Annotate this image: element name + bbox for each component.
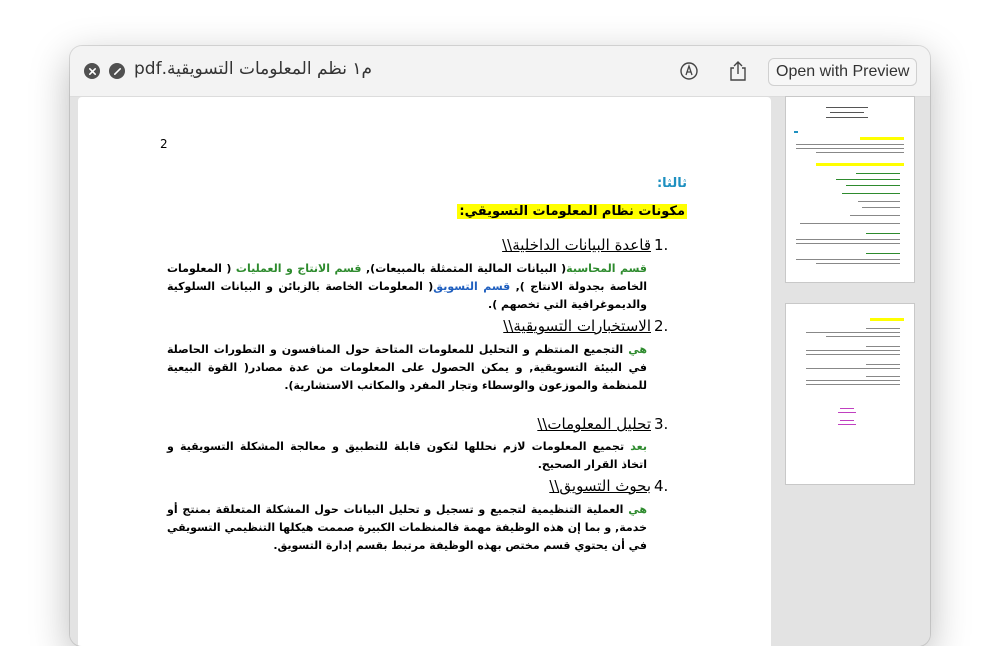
paragraph-span: تجميع المعلومات لازم نحللها لتكون قابلة … xyxy=(167,440,647,471)
section-heading: مكونات نظام المعلومات التسويقي: xyxy=(457,204,687,219)
content-area: 2 ثالثا: مكونات نظام المعلومات التسويقي:… xyxy=(70,97,930,646)
section-title: بحوث التسويق\\ xyxy=(549,477,651,495)
paragraph-span: التجميع المنتظم و التحليل للمعلومات المت… xyxy=(167,343,647,392)
section-number: 4. xyxy=(654,477,669,495)
share-icon[interactable] xyxy=(727,60,749,82)
page-thumbnail-2[interactable] xyxy=(786,304,914,484)
section-paragraph: قسم المحاسبة( البيانات المالية المتمثلة … xyxy=(167,260,647,314)
section-title: قاعدة البيانات الداخلية\\ xyxy=(502,236,651,254)
paragraph-span: قسم الانتاج و العمليات xyxy=(235,262,362,275)
paragraph-span: بعد xyxy=(630,440,647,453)
paragraph-span: هي xyxy=(628,343,647,356)
section-number: 3. xyxy=(654,415,669,433)
paragraph-span: هي xyxy=(628,503,647,516)
open-with-preview-button[interactable]: Open with Preview xyxy=(768,58,918,86)
thumbnail-sidebar xyxy=(778,97,930,646)
paragraph-span: ( البيانات المالية المتمثلة بالمبيعات), xyxy=(361,262,567,275)
window-title: م١ نظم المعلومات التسويقية.pdf xyxy=(134,59,373,79)
section-title: تحليل المعلومات\\ xyxy=(537,415,651,433)
section-paragraph: بعد تجميع المعلومات لازم نحللها لتكون قا… xyxy=(167,438,647,474)
paragraph-span: قسم التسويق xyxy=(433,280,511,293)
section-number: 2. xyxy=(654,317,669,335)
close-icon[interactable] xyxy=(84,63,100,79)
title-bar: م١ نظم المعلومات التسويقية.pdf Open with… xyxy=(70,46,930,97)
section-title: الاستخبارات التسويقية\\ xyxy=(503,317,651,335)
section-paragraph: هي العملية التنظيمية لتجميع و تسجيل و تح… xyxy=(167,501,647,555)
third-label: ثالثا: xyxy=(656,176,687,191)
quicklook-window: م١ نظم المعلومات التسويقية.pdf Open with… xyxy=(70,46,930,646)
markup-icon[interactable] xyxy=(678,60,700,82)
page-number: 2 xyxy=(160,137,168,151)
section-paragraph: هي التجميع المنتظم و التحليل للمعلومات ا… xyxy=(167,341,647,395)
paragraph-span: العملية التنظيمية لتجميع و تسجيل و تحليل… xyxy=(167,503,647,552)
pdf-page: 2 ثالثا: مكونات نظام المعلومات التسويقي:… xyxy=(78,97,771,646)
paragraph-span: قسم المحاسبة xyxy=(566,262,647,275)
minimize-icon[interactable] xyxy=(109,63,125,79)
page-thumbnail-1[interactable] xyxy=(786,97,914,282)
section-number: 1. xyxy=(654,236,669,254)
